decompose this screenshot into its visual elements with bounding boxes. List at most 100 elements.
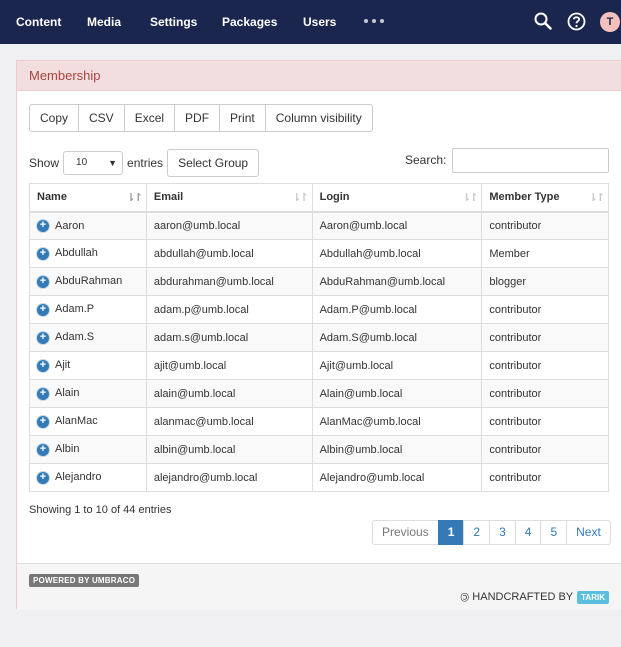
- column-header-member-type[interactable]: Member Type ⇂↾: [481, 183, 609, 213]
- cell-name: + Adam.S: [29, 323, 147, 352]
- membership-panel: Membership Copy CSV Excel PDF Print Colu…: [16, 60, 621, 610]
- cell-login-text: Abdullah@umb.local: [319, 247, 421, 260]
- select-group-button[interactable]: Select Group: [167, 149, 260, 177]
- expand-row-icon[interactable]: +: [37, 443, 49, 456]
- handcrafted-credit: 🄯 HANDCRAFTED BY TARIK: [460, 589, 609, 605]
- previous-page-button[interactable]: Previous: [372, 520, 439, 545]
- cell-email-text: abdullah@umb.local: [153, 247, 254, 260]
- page-length-select[interactable]: 10 ▼: [63, 151, 124, 175]
- cell-login: AbduRahman@umb.local: [311, 267, 483, 296]
- csv-button[interactable]: CSV: [78, 104, 125, 132]
- cell-login: Albin@umb.local: [311, 435, 483, 464]
- cell-email: alanmac@umb.local: [145, 407, 313, 436]
- cell-member-type-text: contributor: [489, 219, 542, 232]
- pdf-button[interactable]: PDF: [174, 104, 221, 132]
- cell-member-type: Member: [481, 239, 609, 268]
- cell-login-text: Adam.S@umb.local: [319, 331, 417, 344]
- cell-name: + Aaron: [29, 211, 147, 240]
- print-button[interactable]: Print: [219, 104, 266, 132]
- nav-item-packages[interactable]: Packages: [222, 15, 277, 29]
- cell-member-type: blogger: [481, 267, 609, 296]
- author-badge[interactable]: TARIK: [577, 590, 609, 604]
- cell-email-text: adam.p@umb.local: [153, 303, 249, 316]
- cell-name-text: Alain: [55, 387, 80, 400]
- expand-row-icon[interactable]: +: [37, 275, 49, 288]
- page-3-button[interactable]: 3: [489, 520, 516, 545]
- cell-member-type: contributor: [481, 379, 609, 408]
- cell-name: + Alain: [29, 379, 147, 408]
- cell-member-type: contributor: [481, 463, 609, 492]
- cell-email-text: alanmac@umb.local: [153, 415, 254, 428]
- sort-icon: ⇂↾: [588, 192, 606, 204]
- page-2-button[interactable]: 2: [463, 520, 491, 545]
- handcrafted-label: HANDCRAFTED BY: [472, 591, 574, 603]
- table-row[interactable]: + Aaron aaron@umb.local Aaron@umb.local cont…: [29, 211, 609, 240]
- cell-email: alain@umb.local: [145, 379, 313, 408]
- table-row[interactable]: + Adam.P adam.p@umb.local Adam.P@umb.local c…: [29, 295, 609, 324]
- creative-commons-icon: 🄯: [460, 592, 470, 604]
- table-row[interactable]: + Ajit ajit@umb.local Ajit@umb.local contrib…: [29, 351, 609, 380]
- cell-login-text: Adam.P@umb.local: [319, 303, 417, 316]
- ellipsis-icon[interactable]: [364, 13, 384, 23]
- table-row[interactable]: + Abdullah abdullah@umb.local Abdullah@umb.…: [29, 239, 609, 268]
- copy-button[interactable]: Copy: [29, 104, 80, 132]
- cell-login-text: Aaron@umb.local: [319, 219, 408, 232]
- table-row[interactable]: + Adam.S adam.s@umb.local Adam.S@umb.local c…: [29, 323, 609, 352]
- cell-email: ajit@umb.local: [145, 351, 313, 380]
- column-header-login[interactable]: Login ⇂↾: [311, 183, 483, 213]
- search-icon[interactable]: [534, 12, 552, 30]
- expand-row-icon[interactable]: +: [37, 303, 49, 316]
- table-row[interactable]: + Albin albin@umb.local Albin@umb.local cont…: [29, 435, 609, 464]
- cell-member-type: contributor: [481, 295, 609, 324]
- cell-email: adam.s@umb.local: [145, 323, 313, 352]
- cell-name-text: Adam.S: [55, 331, 95, 344]
- expand-row-icon[interactable]: +: [37, 247, 49, 260]
- cell-email-text: abdurahman@umb.local: [153, 275, 274, 288]
- cell-member-type-text: Member: [489, 247, 530, 260]
- cell-email: alejandro@umb.local: [145, 463, 313, 492]
- cell-login: Alejandro@umb.local: [311, 463, 483, 492]
- cell-login: Alain@umb.local: [311, 379, 483, 408]
- powered-by-badge[interactable]: POWERED BY UMBRACO: [29, 574, 140, 587]
- column-visibility-button[interactable]: Column visibility: [264, 104, 373, 132]
- column-header-email[interactable]: Email ⇂↾: [145, 183, 313, 213]
- table-row[interactable]: + AbduRahman abdurahman@umb.local AbduRahma…: [29, 267, 609, 296]
- help-circle-icon[interactable]: [567, 12, 586, 31]
- search-input[interactable]: [452, 148, 609, 173]
- nav-item-users[interactable]: Users: [303, 15, 336, 29]
- cell-login-text: Alejandro@umb.local: [319, 471, 425, 484]
- expand-row-icon[interactable]: +: [37, 415, 49, 428]
- cell-login-text: AlanMac@umb.local: [319, 415, 421, 428]
- excel-button[interactable]: Excel: [123, 104, 176, 132]
- table-row[interactable]: + Alejandro alejandro@umb.local Alejandro@u…: [29, 463, 609, 492]
- cell-email: aaron@umb.local: [145, 211, 313, 240]
- expand-row-icon[interactable]: +: [37, 331, 49, 344]
- cell-member-type: contributor: [481, 351, 609, 380]
- nav-item-media[interactable]: Media: [87, 15, 121, 29]
- next-page-button[interactable]: Next: [566, 520, 611, 545]
- cell-email-text: aaron@umb.local: [153, 219, 241, 232]
- expand-row-icon[interactable]: +: [37, 359, 49, 372]
- cell-name-text: Albin: [55, 443, 80, 456]
- page-1-button[interactable]: 1: [437, 520, 465, 545]
- page-length-control: Show 10 ▼ entries Select Group: [29, 149, 260, 177]
- column-header-name[interactable]: Name ⇂↾: [29, 183, 147, 213]
- expand-row-icon[interactable]: +: [37, 471, 49, 484]
- expand-row-icon[interactable]: +: [37, 387, 49, 400]
- panel-footer: POWERED BY UMBRACO 🄯 HANDCRAFTED BY TARI…: [17, 563, 621, 610]
- nav-item-settings[interactable]: Settings: [150, 15, 197, 29]
- cell-name-text: Abdullah: [55, 247, 98, 260]
- cell-name: + Abdullah: [29, 239, 147, 268]
- avatar[interactable]: T: [600, 12, 620, 32]
- cell-member-type: contributor: [481, 323, 609, 352]
- page-4-button[interactable]: 4: [514, 520, 542, 545]
- cell-name: + Ajit: [29, 351, 147, 380]
- table-row[interactable]: + AlanMac alanmac@umb.local AlanMac@umb.loc…: [29, 407, 609, 436]
- expand-row-icon[interactable]: +: [37, 219, 49, 232]
- nav-item-content[interactable]: Content: [16, 15, 61, 29]
- cell-email: adam.p@umb.local: [145, 295, 313, 324]
- cell-name-text: Ajit: [55, 359, 71, 372]
- page-5-button[interactable]: 5: [540, 520, 568, 545]
- caret-down-icon: ▼: [108, 158, 118, 168]
- table-row[interactable]: + Alain alain@umb.local Alain@umb.local cont…: [29, 379, 609, 408]
